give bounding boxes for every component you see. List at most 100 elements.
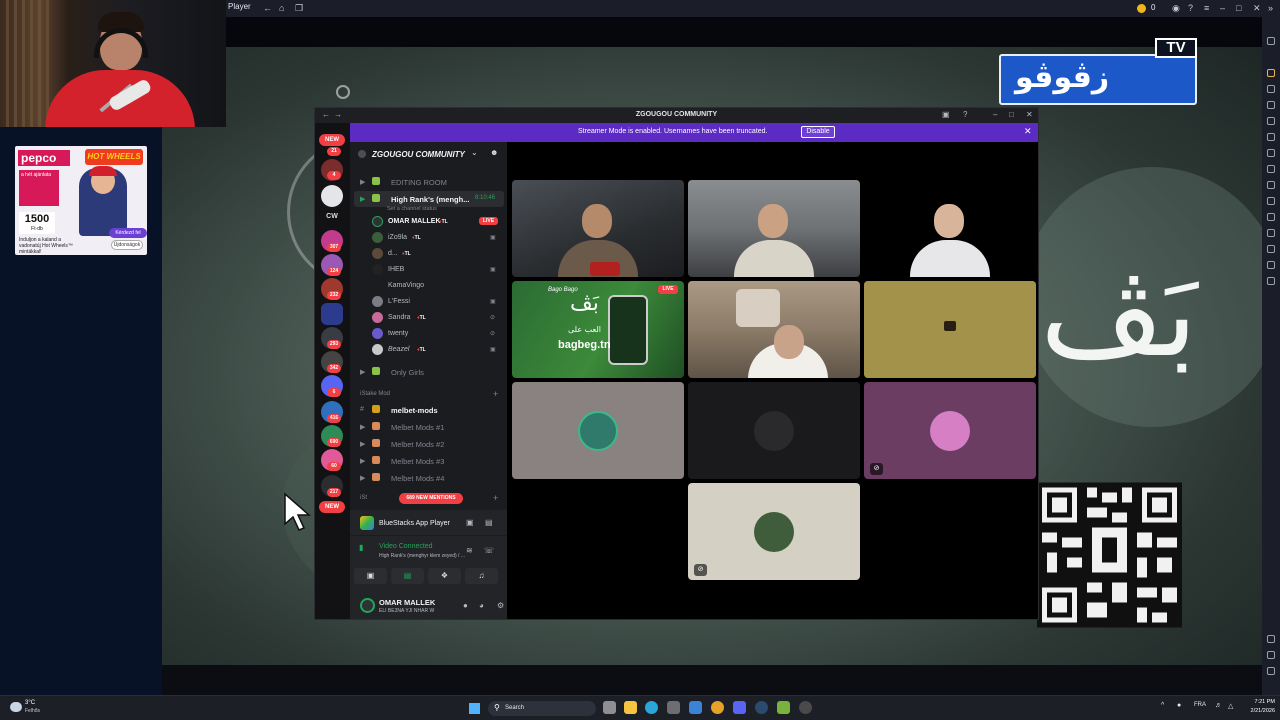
screen-share-icon[interactable]: ▤ [485, 518, 493, 527]
sidebar-tool-icon[interactable] [1267, 149, 1275, 157]
cloud-icon[interactable] [10, 702, 22, 712]
ad-banner[interactable]: pepco HOT WHEELS a hét ajánlata 1500 Ft·… [15, 146, 147, 255]
sidebar-tool-icon[interactable] [1267, 213, 1275, 221]
ad-cta-secondary[interactable]: Újdonságok [111, 240, 143, 250]
voice-channel[interactable]: ▶ Melbet Mods #1 [350, 419, 507, 435]
video-tile-stream[interactable]: بَڤ العب على bagbeg.tn Bago Bago LIVE [512, 281, 684, 378]
ad-cta-primary[interactable]: Kérdezd fel [109, 228, 147, 238]
sidebar-back-icon[interactable] [1267, 651, 1275, 659]
voice-channel[interactable]: ▶ Only Girls [350, 364, 507, 380]
disable-streamer-mode-button[interactable]: Disable [801, 126, 835, 138]
maximize-icon[interactable]: □ [1009, 110, 1014, 120]
sidebar-tool-icon[interactable] [1267, 117, 1275, 125]
chevron-down-icon[interactable]: ⌄ [471, 148, 478, 157]
sidebar-tool-icon[interactable] [1267, 197, 1275, 205]
camera-off-button[interactable]: ▣ [354, 568, 387, 584]
new-mentions-pill[interactable]: 689 NEW MENTIONS [399, 493, 463, 504]
invite-icon[interactable]: ☻ [490, 148, 498, 157]
inbox-icon[interactable]: ▣ [942, 110, 950, 120]
sidebar-tool-icon[interactable] [1267, 37, 1275, 45]
sidebar-tool-icon[interactable] [1267, 101, 1275, 109]
maximize-icon[interactable]: □ [1236, 3, 1241, 13]
video-tile[interactable]: ⊘ [864, 382, 1036, 479]
help-icon[interactable]: ? [963, 110, 967, 120]
video-tile[interactable] [512, 382, 684, 479]
voice-user[interactable]: twenty ⊘ [350, 326, 507, 342]
channel-status[interactable]: Set a channel status [387, 206, 437, 212]
current-user[interactable]: OMAR MALLEK ELI BE3NA YJI NHAR W ● ◕ ⚙ [350, 593, 507, 619]
file-explorer-icon[interactable] [624, 701, 637, 714]
back-icon[interactable]: ← [263, 3, 272, 13]
weather-temperature[interactable]: 3°C [25, 700, 35, 706]
voice-channel[interactable]: ▶ EDITING ROOM [350, 174, 507, 190]
voice-user[interactable]: iZo9la TL ▣ [350, 230, 507, 246]
voice-user[interactable]: d... TL [350, 246, 507, 262]
microphone-icon[interactable]: ● [463, 601, 468, 610]
add-channel-icon[interactable]: + [493, 389, 498, 399]
screen-share-button[interactable]: ▤ [391, 568, 424, 584]
add-channel-icon[interactable]: + [493, 493, 498, 503]
voice-channel-active[interactable]: ▶ High Rank's (mengh... 8:10:46 [354, 191, 504, 207]
sidebar-tool-icon[interactable] [1267, 229, 1275, 237]
headphones-icon[interactable]: ◕ [479, 601, 484, 610]
chevron-up-icon[interactable]: ^ [1161, 702, 1164, 709]
obs-icon[interactable] [799, 701, 812, 714]
minimize-icon[interactable]: – [1220, 3, 1225, 13]
close-icon[interactable]: ✕ [1026, 110, 1033, 120]
voice-user[interactable]: Sandra TL ⊘ [350, 310, 507, 326]
sidebar-tv-icon[interactable] [1267, 69, 1275, 77]
video-tile[interactable] [688, 281, 860, 378]
sidebar-tool-icon[interactable] [1267, 245, 1275, 253]
task-view-icon[interactable] [603, 701, 616, 714]
mail-icon[interactable] [689, 701, 702, 714]
video-tile[interactable] [512, 180, 684, 277]
help-icon[interactable]: ? [1188, 3, 1193, 13]
server-header[interactable]: ZGOUGOU COMMUNITY ⌄ ☻ [350, 142, 507, 166]
folder-icon[interactable] [321, 303, 343, 325]
video-tile[interactable] [688, 180, 860, 277]
video-tile[interactable]: ⊘ [688, 483, 860, 580]
chrome-icon[interactable] [711, 701, 724, 714]
close-icon[interactable]: ✕ [1024, 126, 1032, 137]
video-tile-speaking[interactable] [864, 281, 1036, 378]
store-icon[interactable] [667, 701, 680, 714]
bluestacks-icon[interactable] [777, 701, 790, 714]
voice-user[interactable]: Beazel TL ▣ [350, 342, 507, 358]
voice-user[interactable]: OMAR MALLEK TL LIVE [350, 214, 507, 230]
menu-icon[interactable]: ≡ [1204, 3, 1209, 13]
account-icon[interactable]: ◉ [1172, 3, 1180, 13]
sidebar-tool-icon[interactable] [1267, 165, 1275, 173]
video-tile[interactable] [864, 180, 1036, 277]
voice-channel[interactable]: ▶ Melbet Mods #2 [350, 436, 507, 452]
home-icon[interactable]: ⌂ [279, 3, 284, 13]
taskbar-search[interactable]: ⚲ Search [488, 701, 596, 716]
sidebar-tool-icon[interactable] [1267, 181, 1275, 189]
voice-channel[interactable]: ▶ Melbet Mods #3 [350, 453, 507, 469]
activities-button[interactable]: ❖ [428, 568, 461, 584]
language-indicator[interactable]: FRA [1194, 702, 1206, 708]
video-tile[interactable] [688, 382, 860, 479]
close-icon[interactable]: ✕ [1253, 3, 1261, 13]
clock-date[interactable]: 2/21/2026 [1242, 708, 1275, 714]
minimize-icon[interactable]: – [993, 110, 997, 120]
gear-icon[interactable]: ⚙ [497, 601, 504, 610]
multi-instance-icon[interactable]: ❐ [295, 3, 303, 13]
voice-user[interactable]: KamaVingo [350, 278, 507, 294]
microphone-icon[interactable]: ● [1177, 702, 1181, 709]
settings-gear-icon[interactable] [1267, 635, 1275, 643]
text-channel[interactable]: # melbet-mods [350, 402, 507, 418]
collapse-icon[interactable]: » [1268, 3, 1273, 13]
soundboard-button[interactable]: ♫ [465, 568, 498, 584]
voice-connection[interactable]: ▮ Video Connected High Rank's (menghyr k… [350, 537, 507, 565]
sidebar-tool-icon[interactable] [1267, 133, 1275, 141]
volume-icon[interactable]: ♬ [1215, 702, 1222, 709]
windows-start-icon[interactable] [469, 703, 480, 714]
activity-row[interactable]: BlueStacks App Player ▣ ▤ [350, 510, 507, 536]
stream-icon[interactable]: ▣ [466, 518, 474, 527]
category-header[interactable]: iStake Mod + [350, 388, 507, 402]
edge-icon[interactable] [645, 701, 658, 714]
disconnect-icon[interactable]: ☏ [484, 546, 494, 555]
server-cw[interactable]: CW [320, 213, 344, 220]
weather-condition[interactable]: Felhős [25, 708, 40, 714]
sidebar-tool-icon[interactable] [1267, 277, 1275, 285]
